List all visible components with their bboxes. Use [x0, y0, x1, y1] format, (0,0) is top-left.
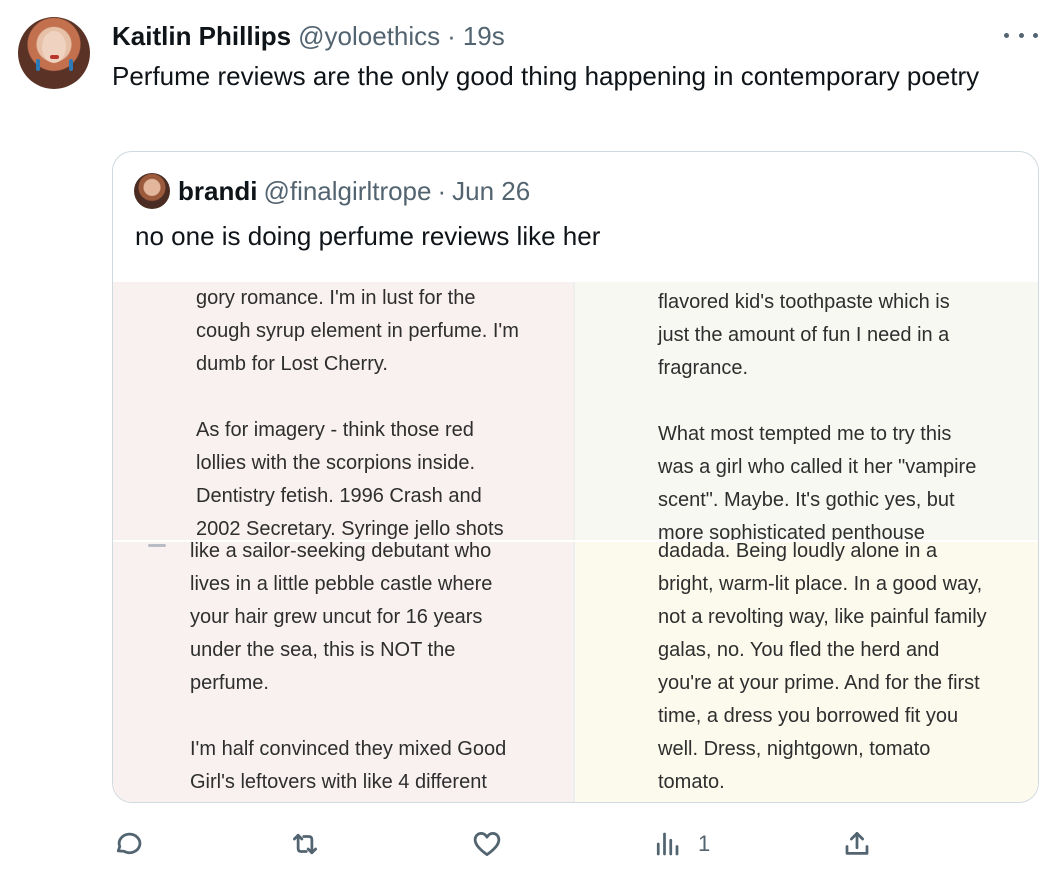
image-text-line: under the sea, this is NOT the: [190, 639, 456, 661]
image-text-line: was a girl who called it her "vampire: [658, 456, 977, 478]
quoted-tweet-date: Jun 26: [452, 175, 531, 206]
image-text-line: cough syrup element in perfume. I'm: [196, 320, 519, 342]
tweet-timestamp[interactable]: 19s: [463, 21, 505, 52]
quoted-tweet-text: no one is doing perfume reviews like her: [135, 221, 601, 251]
image-bottom-right[interactable]: dadada. Being loudly alone in a bright, w…: [575, 542, 1038, 802]
image-bottom-left[interactable]: like a sailor-seeking debutant who lives …: [113, 542, 573, 802]
image-text-line: [190, 700, 570, 733]
quoted-tweet-header: brandi @finalgirltrope · Jun 26: [178, 172, 530, 210]
tweet-header: Kaitlin Phillips @yoloethics · 19s: [112, 17, 505, 55]
heart-icon: [473, 832, 501, 856]
image-text-line: your hair grew uncut for 16 years: [190, 606, 483, 628]
image-text-line: time, a dress you borrowed fit you: [658, 705, 959, 727]
image-text-line: What most tempted me to try this: [658, 423, 952, 445]
image-artifact: [148, 544, 166, 547]
image-top-right[interactable]: flavored kid's toothpaste which is just t…: [575, 282, 1038, 540]
image-text: gory romance. I'm in lust for the cough s…: [196, 282, 566, 540]
image-text-line: Girl's leftovers with like 4 different: [190, 771, 487, 793]
image-text-line: fragrance.: [658, 357, 749, 379]
image-text-line: flavored kid's toothpaste which is: [658, 291, 950, 313]
image-text-line: scent". Maybe. It's gothic yes, but: [658, 489, 955, 511]
more-options-icon[interactable]: [1004, 20, 1038, 50]
image-text-line: just the amount of fun I need in a: [658, 324, 950, 346]
image-text-line: bright, warm-lit place. In a good way,: [658, 573, 983, 595]
separator-dot: ·: [447, 20, 456, 51]
retweet-icon: [293, 833, 317, 855]
image-text-line: like a sailor-seeking debutant who: [190, 542, 492, 562]
image-text-line: [658, 385, 1033, 418]
quoted-author-handle: @finalgirltrope: [263, 175, 432, 206]
image-text-line: I'm half convinced they mixed Good: [190, 738, 507, 760]
views-count: 1: [698, 831, 711, 856]
tweet-text: Perfume reviews are the only good thing …: [112, 61, 980, 91]
image-text: dadada. Being loudly alone in a bright, w…: [658, 542, 1038, 799]
quoted-author-avatar: [134, 173, 170, 209]
image-text-line: lives in a little pebble castle where: [190, 573, 493, 595]
image-text-line: lollies with the scorpions inside.: [196, 452, 476, 474]
image-text-line: As for imagery - think those red: [196, 419, 474, 441]
retweet-button[interactable]: [290, 822, 320, 866]
views-button[interactable]: 1: [652, 822, 710, 866]
image-text-line: you're at your prime. And for the first: [658, 672, 980, 694]
image-divider-horizontal: [113, 540, 1038, 542]
image-text: like a sailor-seeking debutant who lives …: [190, 542, 570, 799]
image-text-line: not a revolting way, like painful family: [658, 606, 987, 628]
views-icon: [656, 832, 679, 856]
image-text-line: tomato.: [658, 771, 725, 793]
reply-button[interactable]: [112, 822, 142, 866]
image-text-line: galas, no. You fled the herd and: [658, 639, 940, 661]
author-handle[interactable]: @yoloethics: [298, 21, 440, 52]
image-text-line: more sophisticated penthouse: [658, 522, 925, 540]
image-divider-vertical: [573, 282, 575, 802]
image-text-line: dumb for Lost Cherry.: [196, 353, 388, 375]
image-text-line: Dentistry fetish. 1996 Crash and: [196, 485, 482, 507]
author-name[interactable]: Kaitlin Phillips: [112, 21, 291, 52]
author-avatar[interactable]: [18, 17, 90, 89]
image-text: flavored kid's toothpaste which is just t…: [658, 286, 1033, 540]
like-button[interactable]: [472, 822, 502, 866]
quoted-tweet[interactable]: brandi @finalgirltrope · Jun 26 no one i…: [112, 151, 1039, 803]
image-top-left[interactable]: gory romance. I'm in lust for the cough s…: [113, 282, 573, 540]
share-icon: [845, 832, 869, 855]
action-bar: 1: [112, 822, 1012, 866]
quoted-author-name: brandi: [178, 175, 258, 206]
tweet: Kaitlin Phillips @yoloethics · 19s Perfu…: [0, 0, 1064, 876]
image-text-line: 2002 Secretary. Syringe jello shots: [196, 518, 504, 540]
image-text-line: [196, 381, 566, 414]
image-text-line: perfume.: [190, 672, 269, 694]
image-text-line: dadada. Being loudly alone in a: [658, 542, 938, 562]
reply-icon: [116, 832, 142, 855]
quoted-image-grid: gory romance. I'm in lust for the cough s…: [113, 282, 1038, 802]
share-button[interactable]: [842, 822, 872, 866]
image-text-line: well. Dress, nightgown, tomato: [658, 738, 931, 760]
image-text-line: gory romance. I'm in lust for the: [196, 287, 476, 309]
separator-dot: ·: [437, 175, 447, 206]
